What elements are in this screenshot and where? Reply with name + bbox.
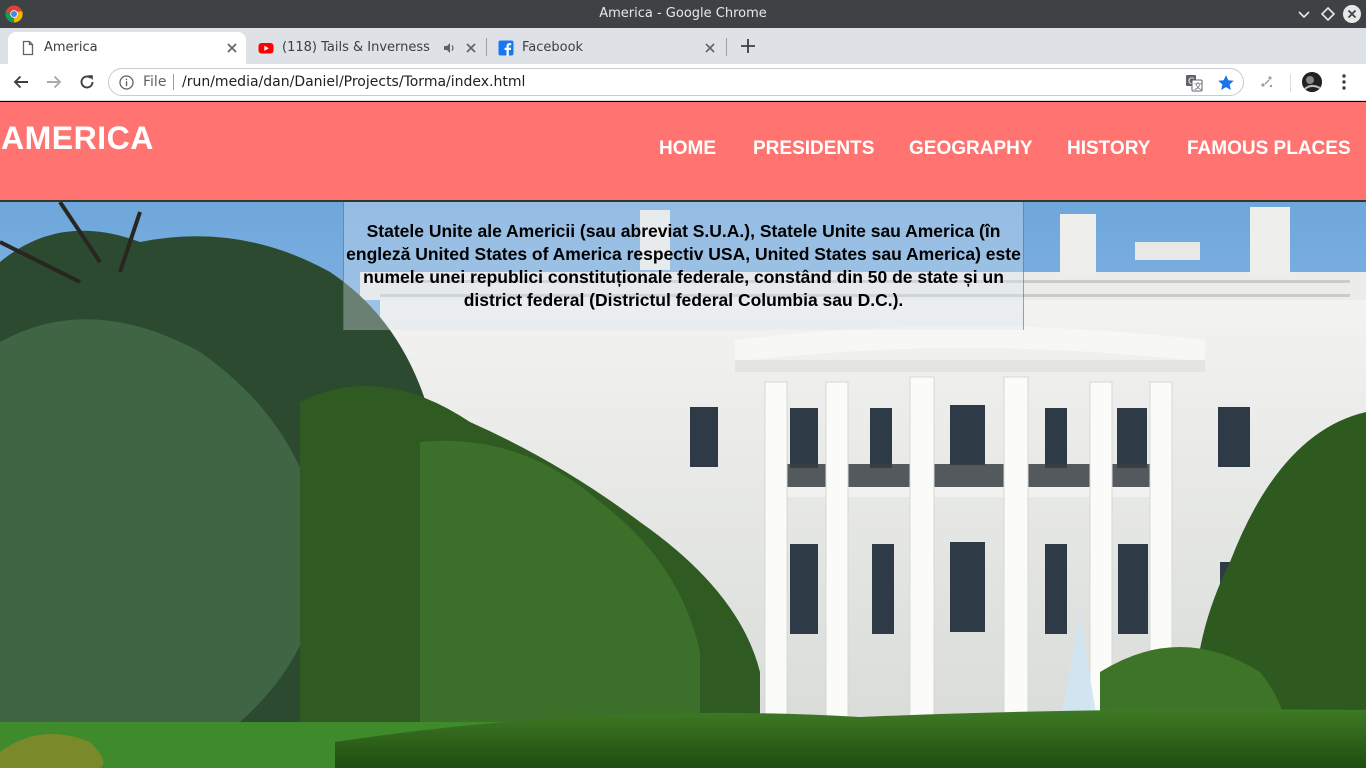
- forward-icon[interactable]: [44, 72, 64, 92]
- maximize-icon[interactable]: [1318, 4, 1338, 24]
- extension-icon[interactable]: [1258, 73, 1276, 91]
- omnibox-divider: [173, 74, 174, 90]
- site-brand[interactable]: AMERICA: [1, 120, 154, 157]
- svg-text:文: 文: [1194, 81, 1202, 91]
- facebook-icon: [498, 40, 514, 56]
- tab-close-icon[interactable]: [703, 41, 717, 55]
- close-window-icon[interactable]: [1342, 4, 1362, 24]
- tab-label: (118) Tails & Inverness - Sł: [282, 40, 434, 55]
- toolbar-divider: [1290, 74, 1291, 92]
- youtube-icon: [258, 43, 274, 54]
- minimize-icon[interactable]: [1294, 4, 1314, 24]
- tab-close-icon[interactable]: [464, 41, 478, 55]
- intro-paragraph: Statele Unite ale Americii (sau abreviat…: [346, 221, 1021, 310]
- tab-youtube[interactable]: (118) Tails & Inverness - Sł: [246, 32, 486, 64]
- tab-label: America: [44, 40, 98, 55]
- new-tab-icon[interactable]: [738, 36, 758, 56]
- reload-icon[interactable]: [77, 72, 97, 92]
- avatar-image: [1302, 72, 1322, 92]
- tab-label: Facebook: [522, 40, 584, 55]
- translate-icon[interactable]: G 文: [1185, 74, 1203, 92]
- nav-history[interactable]: HISTORY: [1067, 138, 1150, 160]
- nav-home[interactable]: HOME: [659, 138, 716, 160]
- tab-divider: [726, 38, 727, 56]
- nav-presidents[interactable]: PRESIDENTS: [753, 138, 874, 160]
- speaker-icon[interactable]: [442, 41, 456, 55]
- url-text[interactable]: /run/media/dan/Daniel/Projects/Torma/ind…: [182, 74, 525, 90]
- nav-famous-places[interactable]: FAMOUS PLACES: [1187, 138, 1351, 160]
- page-viewport: AMERICA HOME PRESIDENTS GEOGRAPHY HISTOR…: [0, 102, 1366, 768]
- more-menu-icon[interactable]: [1336, 73, 1352, 91]
- profile-avatar[interactable]: [1302, 72, 1322, 92]
- nav-geography[interactable]: GEOGRAPHY: [909, 138, 1033, 160]
- window-titlebar: America - Google Chrome: [0, 0, 1366, 28]
- tab-strip: America (118) Tails & Inverness - Sł Fac…: [0, 28, 1366, 64]
- site-header: AMERICA HOME PRESIDENTS GEOGRAPHY HISTOR…: [0, 102, 1366, 200]
- window-title: America - Google Chrome: [599, 6, 767, 21]
- tab-close-icon[interactable]: [225, 41, 239, 55]
- browser-toolbar: File /run/media/dan/Daniel/Projects/Torm…: [0, 64, 1366, 101]
- document-icon: [22, 40, 34, 56]
- bookmark-star-icon[interactable]: [1217, 74, 1235, 92]
- back-icon[interactable]: [11, 72, 31, 92]
- url-scheme-label: File: [143, 74, 167, 90]
- tab-america[interactable]: America: [8, 32, 246, 64]
- info-icon[interactable]: [119, 75, 134, 90]
- tab-facebook[interactable]: Facebook: [486, 32, 726, 64]
- address-bar[interactable]: File /run/media/dan/Daniel/Projects/Torm…: [108, 68, 1244, 96]
